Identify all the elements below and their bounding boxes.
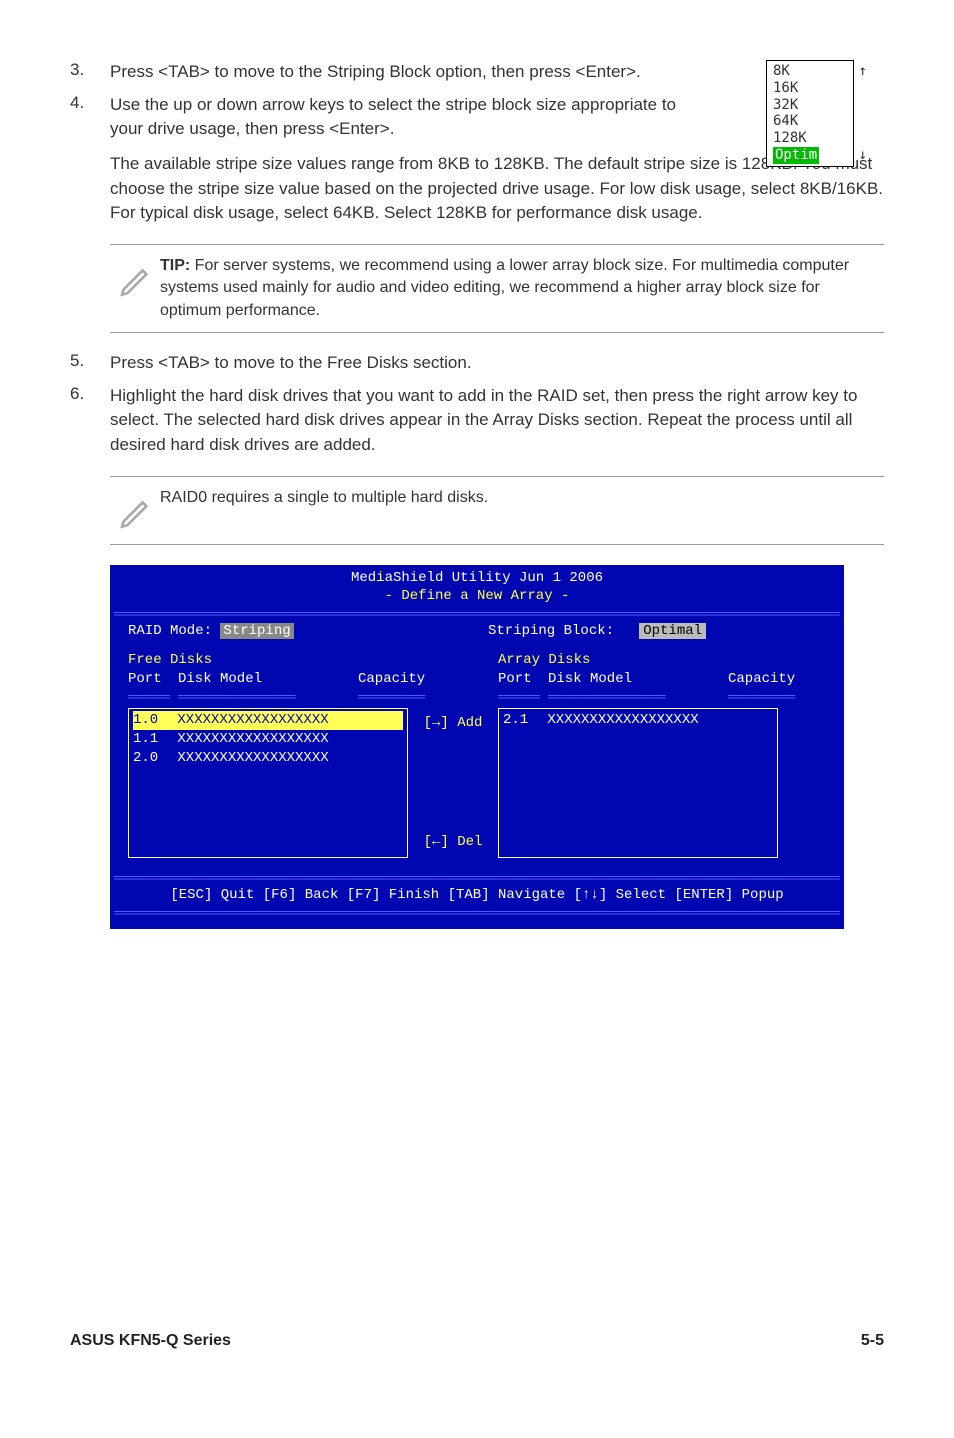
del-hint: [←] Del: [408, 833, 498, 852]
footer-right: 5-5: [861, 1332, 884, 1350]
step-number: 6.: [70, 384, 110, 458]
stripe-opt: 128K: [773, 130, 847, 147]
step-text: Press <TAB> to move to the Striping Bloc…: [110, 60, 684, 85]
col-model: Disk Model: [178, 670, 358, 689]
tip-block: TIP: For server systems, we recommend us…: [110, 244, 884, 333]
free-disks-label: Free Disks: [128, 651, 498, 670]
step-number: 4.: [70, 93, 110, 142]
bios-subtitle: - Define a New Array -: [114, 587, 840, 606]
step-4: 4. Use the up or down arrow keys to sele…: [70, 93, 884, 142]
table-row: 1.1 XXXXXXXXXXXXXXXXXX: [133, 730, 403, 749]
array-disks-box: 2.1 XXXXXXXXXXXXXXXXXX: [498, 708, 778, 858]
stripe-opt: 64K: [773, 113, 847, 130]
col-port: Port: [498, 670, 548, 689]
table-row: 1.0 XXXXXXXXXXXXXXXXXX: [133, 711, 403, 730]
pencil-icon: [110, 255, 160, 322]
stripe-size-popup: ↑ 8K 16K 32K 64K 128K Optim ↓: [766, 60, 854, 167]
step-number: 3.: [70, 60, 110, 85]
page-footer: ASUS KFN5-Q Series 5-5: [70, 1332, 884, 1350]
table-row: 2.0 XXXXXXXXXXXXXXXXXX: [133, 749, 403, 768]
step-text: Press <TAB> to move to the Free Disks se…: [110, 351, 884, 376]
bios-divider: ════════════════════════════════════════…: [114, 870, 840, 886]
striping-block-value: Optimal: [639, 623, 706, 639]
tip-label: TIP:: [160, 257, 190, 274]
step-5: 5. Press <TAB> to move to the Free Disks…: [70, 351, 884, 376]
step-number: 5.: [70, 351, 110, 376]
array-disks-label: Array Disks: [498, 651, 590, 670]
raid-mode-value: Striping: [220, 623, 293, 639]
stripe-opt: 32K: [773, 97, 847, 114]
striping-block-label: Striping Block:: [488, 623, 614, 639]
col-port: Port: [128, 670, 178, 689]
pencil-icon: [110, 487, 160, 534]
raid-mode-label: RAID Mode:: [128, 623, 212, 639]
bios-footer-hint: [ESC] Quit [F6] Back [F7] Finish [TAB] N…: [114, 886, 840, 905]
bios-divider: ════════════════════════════════════════…: [114, 905, 840, 921]
stripe-opt-selected: Optim: [773, 147, 819, 164]
col-cap: Capacity: [728, 670, 795, 689]
step-6: 6. Highlight the hard disk drives that y…: [70, 384, 884, 458]
arrow-up-icon: ↑: [859, 63, 867, 80]
bios-title: MediaShield Utility Jun 1 2006: [114, 569, 840, 588]
col-model: Disk Model: [548, 670, 728, 689]
arrow-down-icon: ↓: [859, 147, 867, 164]
step-text: Use the up or down arrow keys to select …: [110, 93, 684, 142]
stripe-opt: 8K: [773, 63, 847, 80]
tip-text: For server systems, we recommend using a…: [160, 257, 849, 319]
note-text: RAID0 requires a single to multiple hard…: [160, 487, 884, 534]
step-text: Highlight the hard disk drives that you …: [110, 384, 884, 458]
bios-divider: ════════════════════════════════════════…: [114, 606, 840, 622]
stripe-opt: 16K: [773, 80, 847, 97]
bios-screenshot: MediaShield Utility Jun 1 2006 - Define …: [110, 565, 844, 929]
col-cap: Capacity: [358, 670, 498, 689]
step-3: 3. Press <TAB> to move to the Striping B…: [70, 60, 884, 85]
footer-left: ASUS KFN5-Q Series: [70, 1332, 231, 1350]
add-hint: [→] Add: [408, 714, 498, 733]
note-block: RAID0 requires a single to multiple hard…: [110, 476, 884, 545]
table-row: 2.1 XXXXXXXXXXXXXXXXXX: [503, 711, 773, 730]
free-disks-box: 1.0 XXXXXXXXXXXXXXXXXX 1.1 XXXXXXXXXXXXX…: [128, 708, 408, 858]
